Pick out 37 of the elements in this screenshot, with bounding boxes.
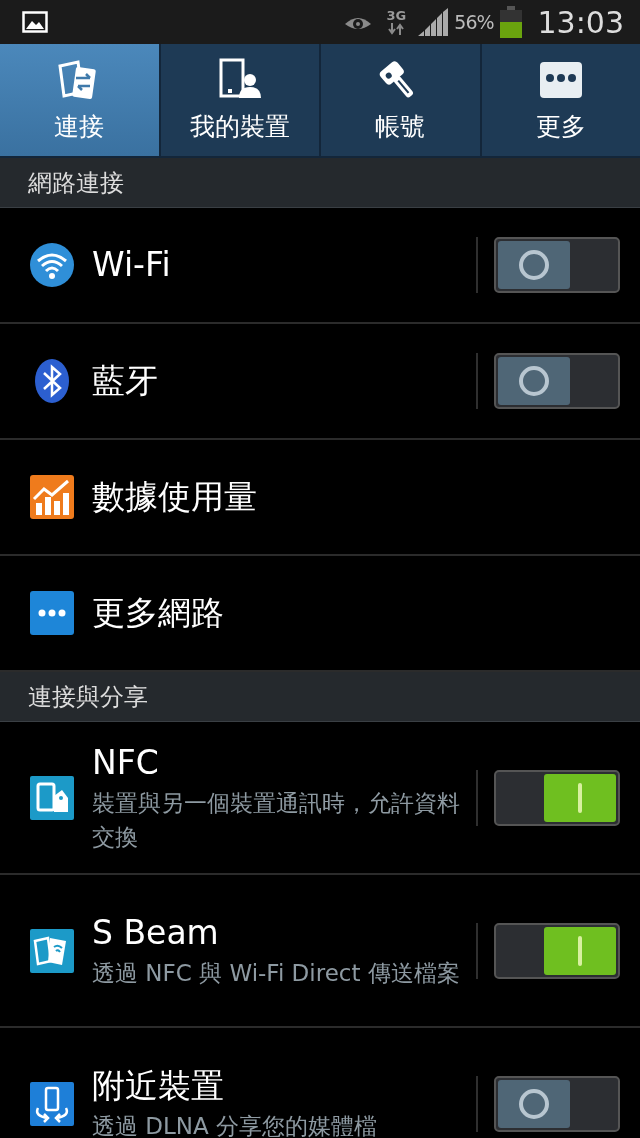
network-type: 3G (386, 9, 407, 23)
row-description: 透過 NFC 與 Wi-Fi Direct 傳送檔案 (92, 958, 461, 988)
image-icon (22, 11, 48, 33)
battery-percent: 56% (454, 11, 494, 33)
toggle-switch[interactable] (494, 353, 620, 409)
row-description: 裝置與另一個裝置通訊時，允許資料交換 (92, 788, 461, 852)
row-title: 附近裝置 (92, 1064, 225, 1107)
settings-row[interactable]: S Beam 透過 NFC 與 Wi-Fi Direct 傳送檔案 (0, 875, 640, 1028)
toggle-switch[interactable] (494, 922, 620, 979)
row-title: Wi-Fi (92, 244, 172, 286)
battery-icon (499, 6, 522, 38)
settings-row[interactable]: 數據使用量 (0, 440, 640, 556)
wifi-icon (30, 243, 74, 287)
tab[interactable]: 連接 (0, 44, 161, 158)
settings-row[interactable]: NFC 裝置與另一個裝置通訊時，允許資料交換 (0, 722, 640, 875)
settings-row[interactable]: 藍牙 (0, 324, 640, 440)
settings-row[interactable]: 附近裝置 透過 DLNA 分享您的媒體檔 (0, 1028, 640, 1138)
toggle-switch[interactable] (494, 237, 620, 293)
settings-row[interactable]: Wi-Fi (0, 208, 640, 324)
row-title: S Beam (92, 911, 220, 954)
section-header: 連接與分享 (0, 672, 640, 722)
row-title: NFC (92, 741, 160, 784)
row-title: 更多網路 (92, 592, 225, 634)
clock-time: 13:03 (537, 4, 624, 40)
more-icon (30, 591, 74, 635)
row-title: 藍牙 (92, 360, 159, 402)
chart-icon (30, 475, 74, 519)
signal-icon (418, 8, 449, 36)
row-description: 透過 DLNA 分享您的媒體檔 (92, 1111, 379, 1138)
toggle-switch[interactable] (494, 769, 620, 826)
phones-wifi-icon (30, 928, 74, 973)
row-title: 數據使用量 (92, 476, 258, 518)
phone-tag-icon (30, 775, 74, 820)
phone-rotate-icon (30, 1081, 74, 1126)
section-header: 網路連接 (0, 158, 640, 208)
data-arrows-icon (387, 23, 406, 35)
toggle-switch[interactable] (494, 1075, 620, 1132)
